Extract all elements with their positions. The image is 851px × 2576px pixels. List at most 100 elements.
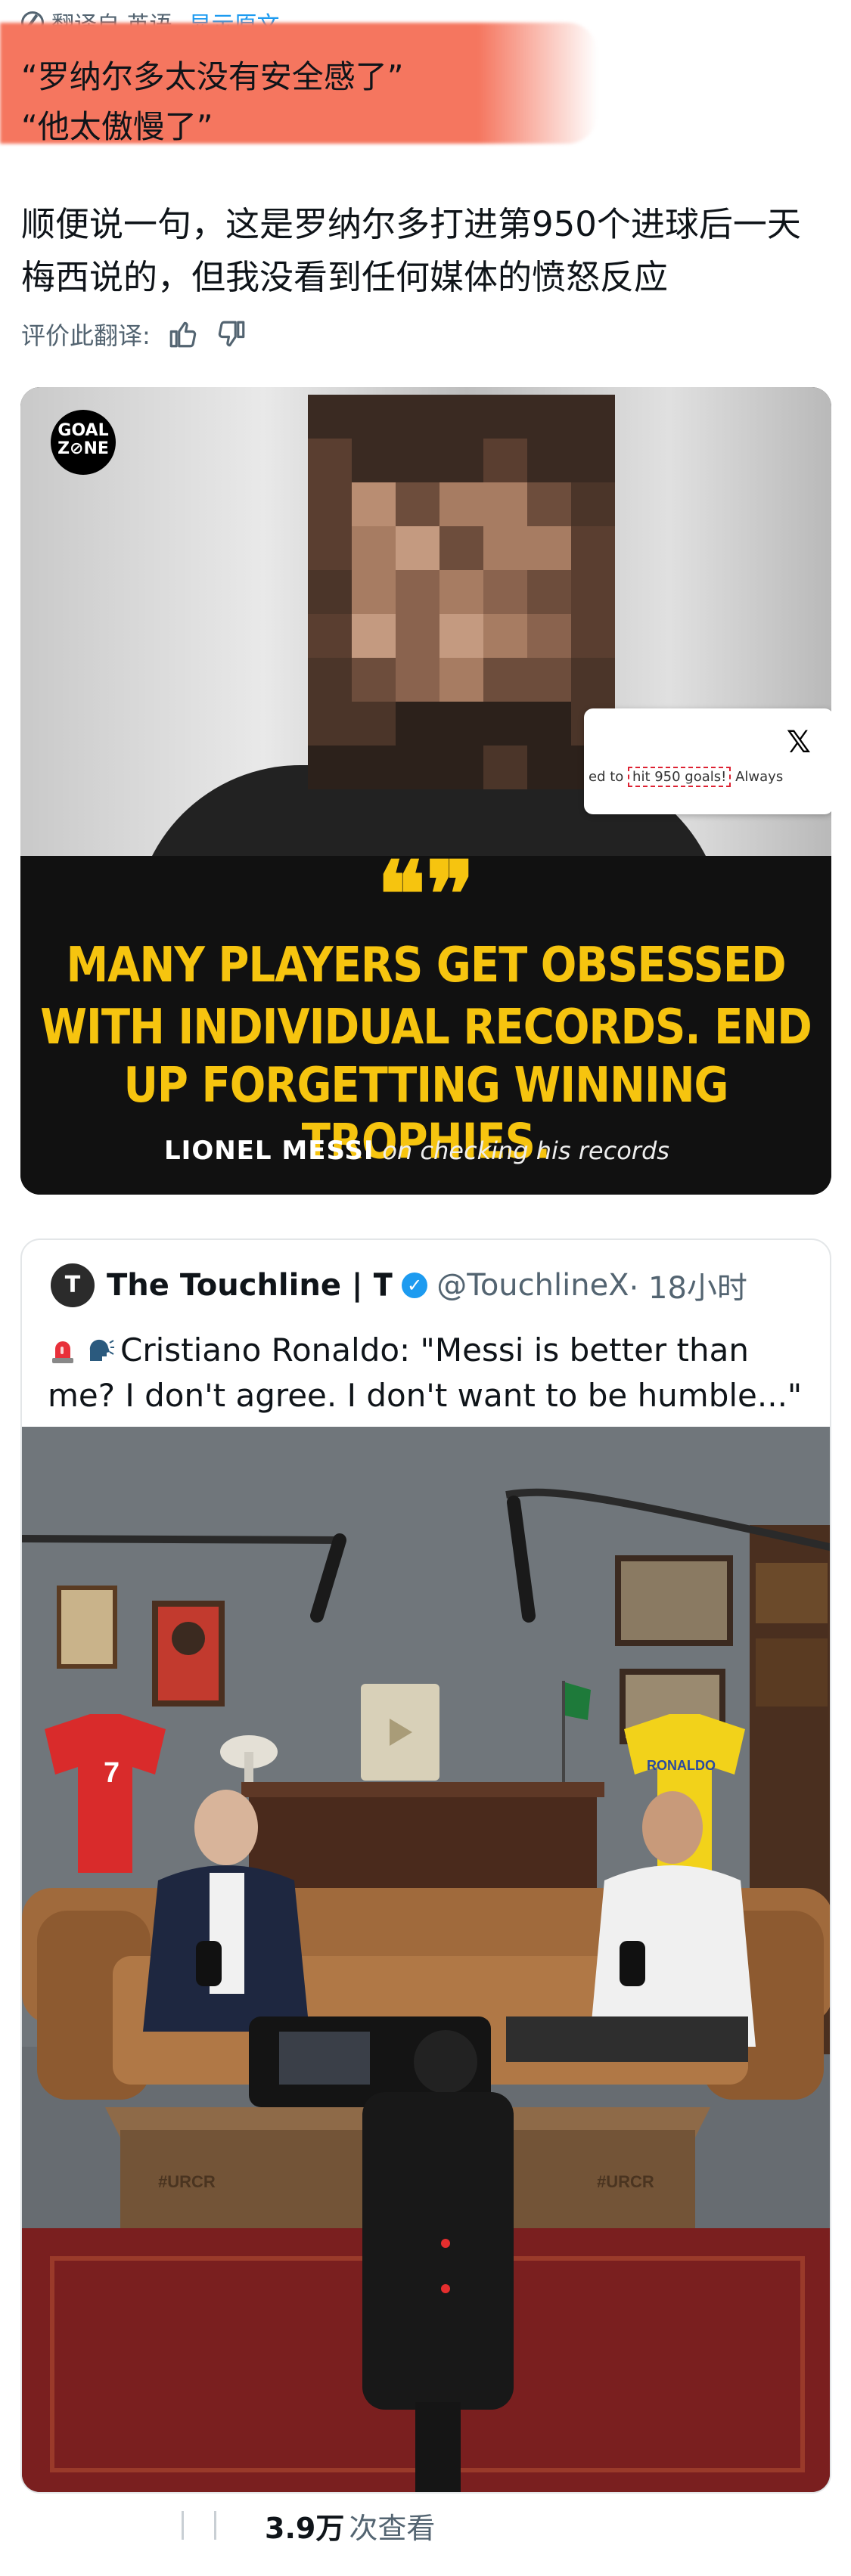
- attribution-rest: on checking his records: [382, 1136, 669, 1165]
- thumbs-down-icon[interactable]: [216, 318, 247, 350]
- pixel-block: [571, 614, 615, 658]
- pixel-block: [483, 526, 527, 570]
- pixel-block: [527, 439, 571, 482]
- pixel-block: [352, 482, 396, 526]
- pixel-block: [308, 746, 352, 789]
- pixel-block: [483, 482, 527, 526]
- pixel-block: [352, 658, 396, 702]
- pixel-block: [527, 746, 571, 789]
- pixel-block: [308, 570, 352, 614]
- pixel-block: [352, 439, 396, 482]
- pixel-block: [439, 746, 483, 789]
- pixel-block: [483, 746, 527, 789]
- table-tag-left: #URCR: [158, 2172, 216, 2191]
- pixel-block: [396, 570, 439, 614]
- verified-badge-icon: ✓: [402, 1273, 428, 1298]
- pixel-block: [527, 570, 571, 614]
- pixel-block: [439, 658, 483, 702]
- post-body-text: 顺便说一句，这是罗纳尔多打进第950个进球后一天梅西说的，但我没看到任何媒体的愤…: [21, 204, 801, 297]
- pixel-block: [483, 658, 527, 702]
- pixel-block: [352, 614, 396, 658]
- avatar[interactable]: T: [51, 1263, 95, 1307]
- pixel-block: [352, 395, 396, 439]
- quote-text-line-1: MANY PLAYERS GET OBSESSED: [66, 937, 786, 994]
- pixel-block: [308, 482, 352, 526]
- views-label: 次查看: [349, 2511, 436, 2545]
- pixel-block: [308, 614, 352, 658]
- pixel-block: [527, 702, 571, 746]
- speaking-head-icon: [89, 1339, 114, 1361]
- pixel-block: [483, 395, 527, 439]
- pixel-block: [571, 482, 615, 526]
- pixel-block: [483, 614, 527, 658]
- table-tag-right: #URCR: [597, 2172, 654, 2191]
- pixel-block: [396, 702, 439, 746]
- embedded-x-card: 𝕏 ed to hit 950 goals! Always: [584, 708, 831, 814]
- x-card-text: ed to: [589, 769, 624, 785]
- goalzone-logo: GOAL Z⊘NE: [51, 410, 116, 475]
- pixel-block: [439, 526, 483, 570]
- pixel-block: [439, 570, 483, 614]
- pixelated-face: [308, 395, 626, 789]
- pixel-block: [527, 658, 571, 702]
- pixel-block: [352, 746, 396, 789]
- quote-mark-icon: ❝❞: [377, 842, 475, 948]
- pixel-block: [571, 395, 615, 439]
- pixel-block: [308, 526, 352, 570]
- views-footer: 3.9万 次查看: [182, 2495, 435, 2556]
- svg-text:7: 7: [104, 1757, 120, 1789]
- x-card-suffix: Always: [735, 769, 784, 785]
- quoted-tweet-card[interactable]: T The Touchline | 𝐓 ✓ @TouchlineX · 18小时…: [20, 1238, 831, 2494]
- views-count: 3.9万: [265, 2511, 345, 2545]
- pixel-block: [352, 526, 396, 570]
- quote-line-2: “他太傲慢了”: [21, 108, 213, 145]
- pixel-block: [571, 570, 615, 614]
- quote-image-card[interactable]: GOAL Z⊘NE 𝕏 ed to hit 950 goals! Always ❝…: [20, 387, 831, 1195]
- account-handle[interactable]: @TouchlineX: [436, 1268, 629, 1303]
- thumbs-up-icon[interactable]: [167, 318, 199, 350]
- pixel-block: [439, 702, 483, 746]
- divider: [182, 2511, 184, 2540]
- tweet-photo[interactable]: 7 RONALDO #URCR #URCR: [22, 1427, 830, 2492]
- attribution-name: LIONEL MESSI: [164, 1136, 374, 1166]
- interview-scene: 7 RONALDO #URCR #URCR: [22, 1427, 830, 2492]
- pixel-block: [483, 702, 527, 746]
- quote-text-line-2: WITH INDIVIDUAL RECORDS. END: [40, 999, 812, 1056]
- pixel-block: [439, 439, 483, 482]
- pixel-block: [396, 439, 439, 482]
- pixel-block: [396, 482, 439, 526]
- rate-label: 评价此翻译:: [21, 321, 151, 350]
- pixel-block: [439, 614, 483, 658]
- x-logo-icon: 𝕏: [786, 725, 811, 760]
- pixel-block: [308, 395, 352, 439]
- pixel-block: [527, 395, 571, 439]
- siren-icon: [52, 1341, 73, 1363]
- pixel-block: [571, 439, 615, 482]
- pixel-block: [396, 614, 439, 658]
- pixel-block: [439, 395, 483, 439]
- pixel-block: [571, 658, 615, 702]
- divider: [214, 2511, 216, 2540]
- account-name[interactable]: The Touchline | 𝐓: [107, 1268, 393, 1303]
- pixel-block: [352, 702, 396, 746]
- pixel-block: [439, 482, 483, 526]
- pixel-block: [308, 702, 352, 746]
- pixel-block: [527, 526, 571, 570]
- pixel-block: [396, 395, 439, 439]
- pixel-block: [396, 526, 439, 570]
- tweet-time[interactable]: · 18小时: [629, 1263, 747, 1307]
- pixel-block: [308, 658, 352, 702]
- pixel-block: [483, 439, 527, 482]
- quote-line-1: “罗纳尔多太没有安全感了”: [21, 58, 404, 95]
- rate-translation: 评价此翻译:: [21, 313, 247, 355]
- tweet-header: T The Touchline | 𝐓 ✓ @TouchlineX · 18小时: [51, 1263, 747, 1308]
- pixel-block: [396, 746, 439, 789]
- tweet-body: Cristiano Ronaldo: "Messi is better than…: [48, 1331, 803, 1414]
- pixel-block: [527, 482, 571, 526]
- pixel-block: [483, 570, 527, 614]
- pixel-block: [352, 570, 396, 614]
- svg-text:RONALDO: RONALDO: [647, 1758, 716, 1773]
- pixel-block: [396, 658, 439, 702]
- tweet-text: Cristiano Ronaldo: "Messi is better than…: [48, 1328, 812, 1418]
- quote-attribution: LIONEL MESSI on checking his records: [164, 1136, 669, 1166]
